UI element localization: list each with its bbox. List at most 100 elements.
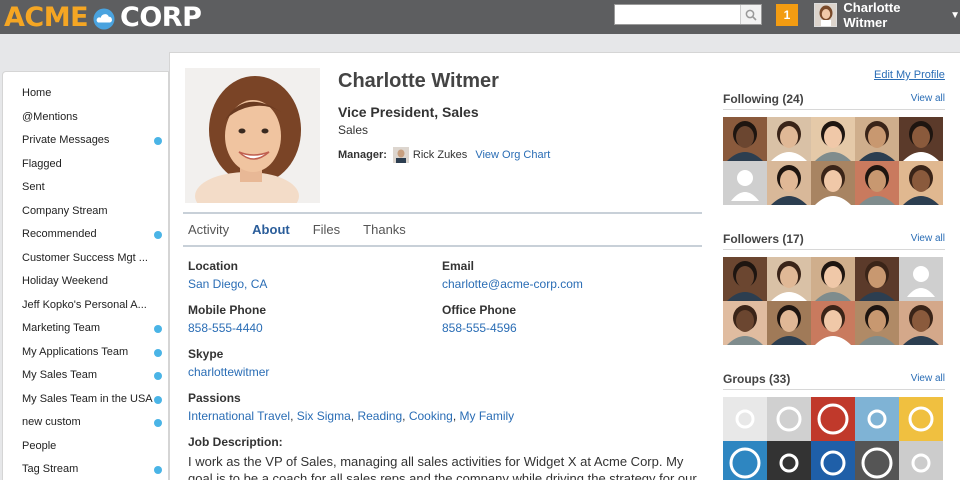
manager-avatar[interactable] [392,147,409,163]
following-avatar[interactable] [811,161,855,205]
group-thumbnail[interactable] [767,397,811,441]
sidebar-item[interactable]: Flagged [3,153,168,177]
follower-avatar[interactable] [811,301,855,345]
sidebar-item[interactable]: My Sales Team [3,364,168,388]
email-link[interactable]: charlotte@acme-corp.com [442,277,583,291]
following-header: Following (24) View all [723,92,945,110]
user-name: Charlotte Witmer [843,0,901,30]
location-value[interactable]: San Diego, CA [188,277,267,291]
following-avatar[interactable] [899,117,943,161]
sidebar-item[interactable]: Marketing Team [3,317,168,341]
unread-dot-icon [154,466,162,474]
group-thumbnail[interactable] [811,397,855,441]
following-avatar[interactable] [723,117,767,161]
manager-name-link[interactable]: Rick Zukes [413,149,467,161]
sidebar-item[interactable]: Recommended [3,223,168,247]
following-avatar[interactable] [723,161,767,205]
followers-section: Followers (17) View all [723,232,945,345]
group-thumbnail[interactable] [767,441,811,480]
group-thumbnail[interactable] [899,397,943,441]
unread-dot-icon [154,137,162,145]
passion-link[interactable]: Cooking [409,409,453,423]
sidebar-item[interactable]: Home [3,82,168,106]
edit-profile-link[interactable]: Edit My Profile [874,69,945,81]
sidebar-item-label: new custom [22,416,81,428]
notification-badge[interactable]: 1 [776,4,798,26]
follower-avatar[interactable] [899,257,943,301]
sidebar-item[interactable]: My Sales Team in the USA [3,388,168,412]
group-thumbnail[interactable] [855,397,899,441]
group-thumbnail[interactable] [899,441,943,480]
following-view-all-link[interactable]: View all [911,93,945,104]
group-thumbnail[interactable] [811,441,855,480]
tab-files[interactable]: Files [313,222,340,237]
sidebar-item-label: Private Messages [22,134,110,146]
view-org-chart-link[interactable]: View Org Chart [475,149,550,161]
sidebar-item[interactable]: Sent [3,176,168,200]
sidebar-item[interactable]: new custom [3,411,168,435]
following-avatar[interactable] [855,161,899,205]
groups-view-all-link[interactable]: View all [911,373,945,384]
sidebar-item-label: My Sales Team in the USA [22,392,153,405]
sidebar-item-label: Recommended [22,228,97,240]
follower-avatar[interactable] [855,301,899,345]
sidebar-item[interactable]: @Mentions [3,106,168,130]
tab-thanks[interactable]: Thanks [363,222,406,237]
email-label: Email [442,259,475,273]
passion-separator: , [452,409,460,423]
following-avatar[interactable] [767,161,811,205]
unread-dot-icon [154,372,162,380]
followers-view-all-link[interactable]: View all [911,233,945,244]
sidebar-item[interactable]: Private Messages [3,129,168,153]
follower-avatar[interactable] [723,301,767,345]
search-input[interactable] [615,5,741,24]
passion-link[interactable]: International Travel [188,409,290,423]
manager-label: Manager: [338,149,387,161]
skype-link[interactable]: charlottewitmer [188,365,269,379]
groups-header: Groups (33) View all [723,372,945,390]
search-button[interactable] [740,5,761,24]
following-section: Following (24) View all [723,92,945,205]
mobile-phone-link[interactable]: 858-555-4440 [188,321,266,335]
tab-activity[interactable]: Activity [188,222,229,237]
passion-link[interactable]: Reading [357,409,402,423]
tab-about[interactable]: About [252,222,290,237]
location-field: Location San Diego, CA [188,259,267,291]
sidebar-item[interactable]: Holiday Weekend [3,270,168,294]
passions-field: Passions International Travel, Six Sigma… [188,391,514,423]
followers-header: Followers (17) View all [723,232,945,250]
sidebar-item[interactable]: Customer Success Mgt ... [3,247,168,271]
sidebar-item[interactable]: Tag Stream [3,458,168,480]
passion-link[interactable]: Six Sigma [297,409,351,423]
following-avatar[interactable] [767,117,811,161]
office-phone-link[interactable]: 858-555-4596 [442,321,517,335]
sidebar-item[interactable]: Jeff Kopko's Personal A... [3,294,168,318]
magnifier-icon [745,9,757,21]
job-description-text: I work as the VP of Sales, managing all … [188,454,697,480]
profile-tabs: Activity About Files Thanks [183,212,702,247]
group-thumbnail[interactable] [723,397,767,441]
following-grid [723,117,945,205]
user-avatar [814,3,838,27]
follower-avatar[interactable] [899,301,943,345]
follower-avatar[interactable] [811,257,855,301]
passions-label: Passions [188,391,241,405]
unread-dot-icon [154,395,162,404]
user-menu[interactable]: Charlotte Witmer ▼ [814,0,960,30]
following-avatar[interactable] [899,161,943,205]
sidebar-item[interactable]: My Applications Team [3,341,168,365]
sidebar-item[interactable]: Company Stream [3,200,168,224]
passion-link[interactable]: My Family [460,409,515,423]
follower-avatar[interactable] [723,257,767,301]
following-avatar[interactable] [811,117,855,161]
sidebar-item-label: Home [22,87,52,99]
group-thumbnail[interactable] [723,441,767,480]
mobile-phone-field: Mobile Phone 858-555-4440 [188,303,266,335]
acme-corp-logo[interactable]: ACME CORP [4,0,202,34]
sidebar-item[interactable]: People [3,435,168,459]
following-avatar[interactable] [855,117,899,161]
group-thumbnail[interactable] [855,441,899,480]
follower-avatar[interactable] [855,257,899,301]
follower-avatar[interactable] [767,257,811,301]
follower-avatar[interactable] [767,301,811,345]
